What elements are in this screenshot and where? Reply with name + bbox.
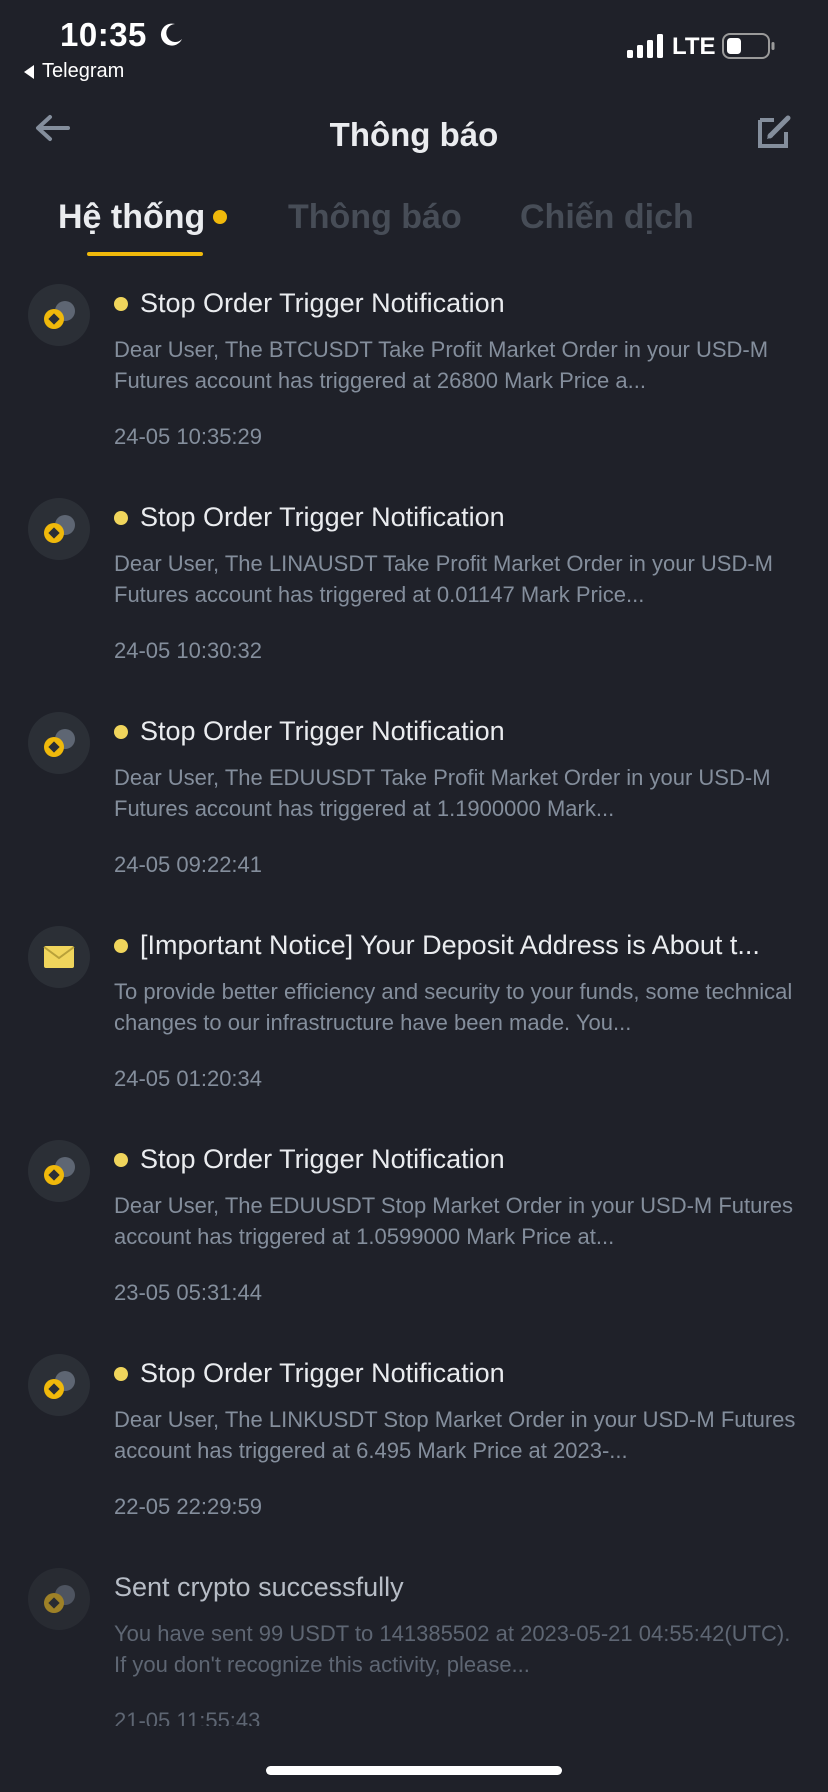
- notification-body: Dear User, The EDUUSDT Take Profit Marke…: [114, 765, 771, 821]
- notification-item[interactable]: Stop Order Trigger Notification Dear Use…: [0, 492, 828, 706]
- active-tab-underline: [87, 252, 203, 256]
- tab-system[interactable]: Hệ thống: [58, 198, 228, 237]
- coin-icon: [28, 712, 90, 774]
- notification-title: Stop Order Trigger Notification: [140, 288, 505, 318]
- back-app-label: Telegram: [42, 60, 125, 82]
- tab-notifications-label: Thông báo: [288, 198, 462, 236]
- notification-body: Dear User, The LINAUSDT Take Profit Mark…: [114, 551, 773, 607]
- notification-time: 21-05 11:55:43: [114, 1708, 261, 1726]
- notification-list[interactable]: Stop Order Trigger Notification Dear Use…: [0, 278, 828, 1726]
- unread-dot: [114, 938, 128, 953]
- tab-campaigns[interactable]: Chiến dịch: [520, 198, 694, 237]
- tab-system-label: Hệ thống: [58, 198, 206, 236]
- coin-icon: [28, 284, 90, 346]
- coin-icon: [28, 498, 90, 560]
- notification-body: Dear User, The EDUUSDT Stop Market Order…: [114, 1193, 793, 1249]
- notification-body: Dear User, The LINKUSDT Stop Market Orde…: [114, 1407, 796, 1463]
- tab-campaigns-label: Chiến dịch: [520, 198, 694, 236]
- coin-icon: [28, 1568, 90, 1630]
- notification-title: Stop Order Trigger Notification: [140, 716, 505, 746]
- notification-title-row: Stop Order Trigger Notification: [114, 1144, 804, 1175]
- notification-item[interactable]: Sent crypto successfully You have sent 9…: [0, 1562, 828, 1726]
- notification-item[interactable]: Stop Order Trigger Notification Dear Use…: [0, 706, 828, 920]
- network-type: LTE: [672, 33, 716, 60]
- mark-read-edit-icon[interactable]: [756, 112, 794, 150]
- page-title: Thông báo: [329, 116, 499, 153]
- notification-time: 24-05 01:20:34: [114, 1066, 263, 1091]
- notification-title: Stop Order Trigger Notification: [140, 502, 505, 532]
- notification-title: Sent crypto successfully: [114, 1572, 404, 1602]
- notification-title-row: Stop Order Trigger Notification: [114, 288, 804, 319]
- status-bar: 10:35 Telegram LTE: [0, 0, 828, 90]
- unread-dot: [114, 1366, 128, 1381]
- notification-item[interactable]: [Important Notice] Your Deposit Address …: [0, 920, 828, 1134]
- notification-title: Stop Order Trigger Notification: [140, 1358, 505, 1388]
- notification-body: Dear User, The BTCUSDT Take Profit Marke…: [114, 337, 769, 393]
- unread-dot: [114, 510, 128, 525]
- status-time: 10:35: [60, 16, 147, 53]
- mail-icon: [28, 926, 90, 988]
- notification-time: 22-05 22:29:59: [114, 1494, 263, 1519]
- coin-icon: [28, 1140, 90, 1202]
- notification-item[interactable]: Stop Order Trigger Notification Dear Use…: [0, 1348, 828, 1562]
- coin-icon: [28, 1354, 90, 1416]
- notification-title-row: Stop Order Trigger Notification: [114, 502, 804, 533]
- unread-dot: [114, 724, 128, 739]
- notification-time: 24-05 09:22:41: [114, 852, 263, 877]
- notification-title-row: Stop Order Trigger Notification: [114, 716, 804, 747]
- cellular-signal-icon: [627, 34, 663, 58]
- back-triangle-icon: [24, 64, 34, 79]
- tab-unread-dot: [213, 210, 228, 225]
- notification-title: Stop Order Trigger Notification: [140, 1144, 505, 1174]
- notification-item[interactable]: Stop Order Trigger Notification Dear Use…: [0, 1134, 828, 1348]
- notification-time: 23-05 05:31:44: [114, 1280, 263, 1305]
- unread-dot: [114, 1152, 128, 1167]
- moon-icon: [160, 23, 182, 46]
- notification-time: 24-05 10:35:29: [114, 424, 263, 449]
- notification-item[interactable]: Stop Order Trigger Notification Dear Use…: [0, 278, 828, 492]
- home-indicator[interactable]: [266, 1766, 562, 1775]
- notification-title-row: Sent crypto successfully: [114, 1572, 804, 1603]
- tab-bar: Hệ thống Thông báo Chiến dịch: [0, 190, 828, 270]
- notification-body: You have sent 99 USDT to 141385502 at 20…: [114, 1621, 791, 1677]
- battery-icon: [722, 33, 775, 59]
- unread-dot: [114, 296, 128, 311]
- notification-body: To provide better efficiency and securit…: [114, 979, 793, 1035]
- notification-time: 24-05 10:30:32: [114, 638, 263, 663]
- notification-title-row: Stop Order Trigger Notification: [114, 1358, 804, 1389]
- notification-title-row: [Important Notice] Your Deposit Address …: [114, 930, 804, 961]
- notification-title: [Important Notice] Your Deposit Address …: [140, 930, 760, 960]
- tab-notifications[interactable]: Thông báo: [288, 198, 462, 237]
- header: Thông báo: [0, 96, 828, 176]
- back-to-telegram-link[interactable]: Telegram: [24, 60, 124, 83]
